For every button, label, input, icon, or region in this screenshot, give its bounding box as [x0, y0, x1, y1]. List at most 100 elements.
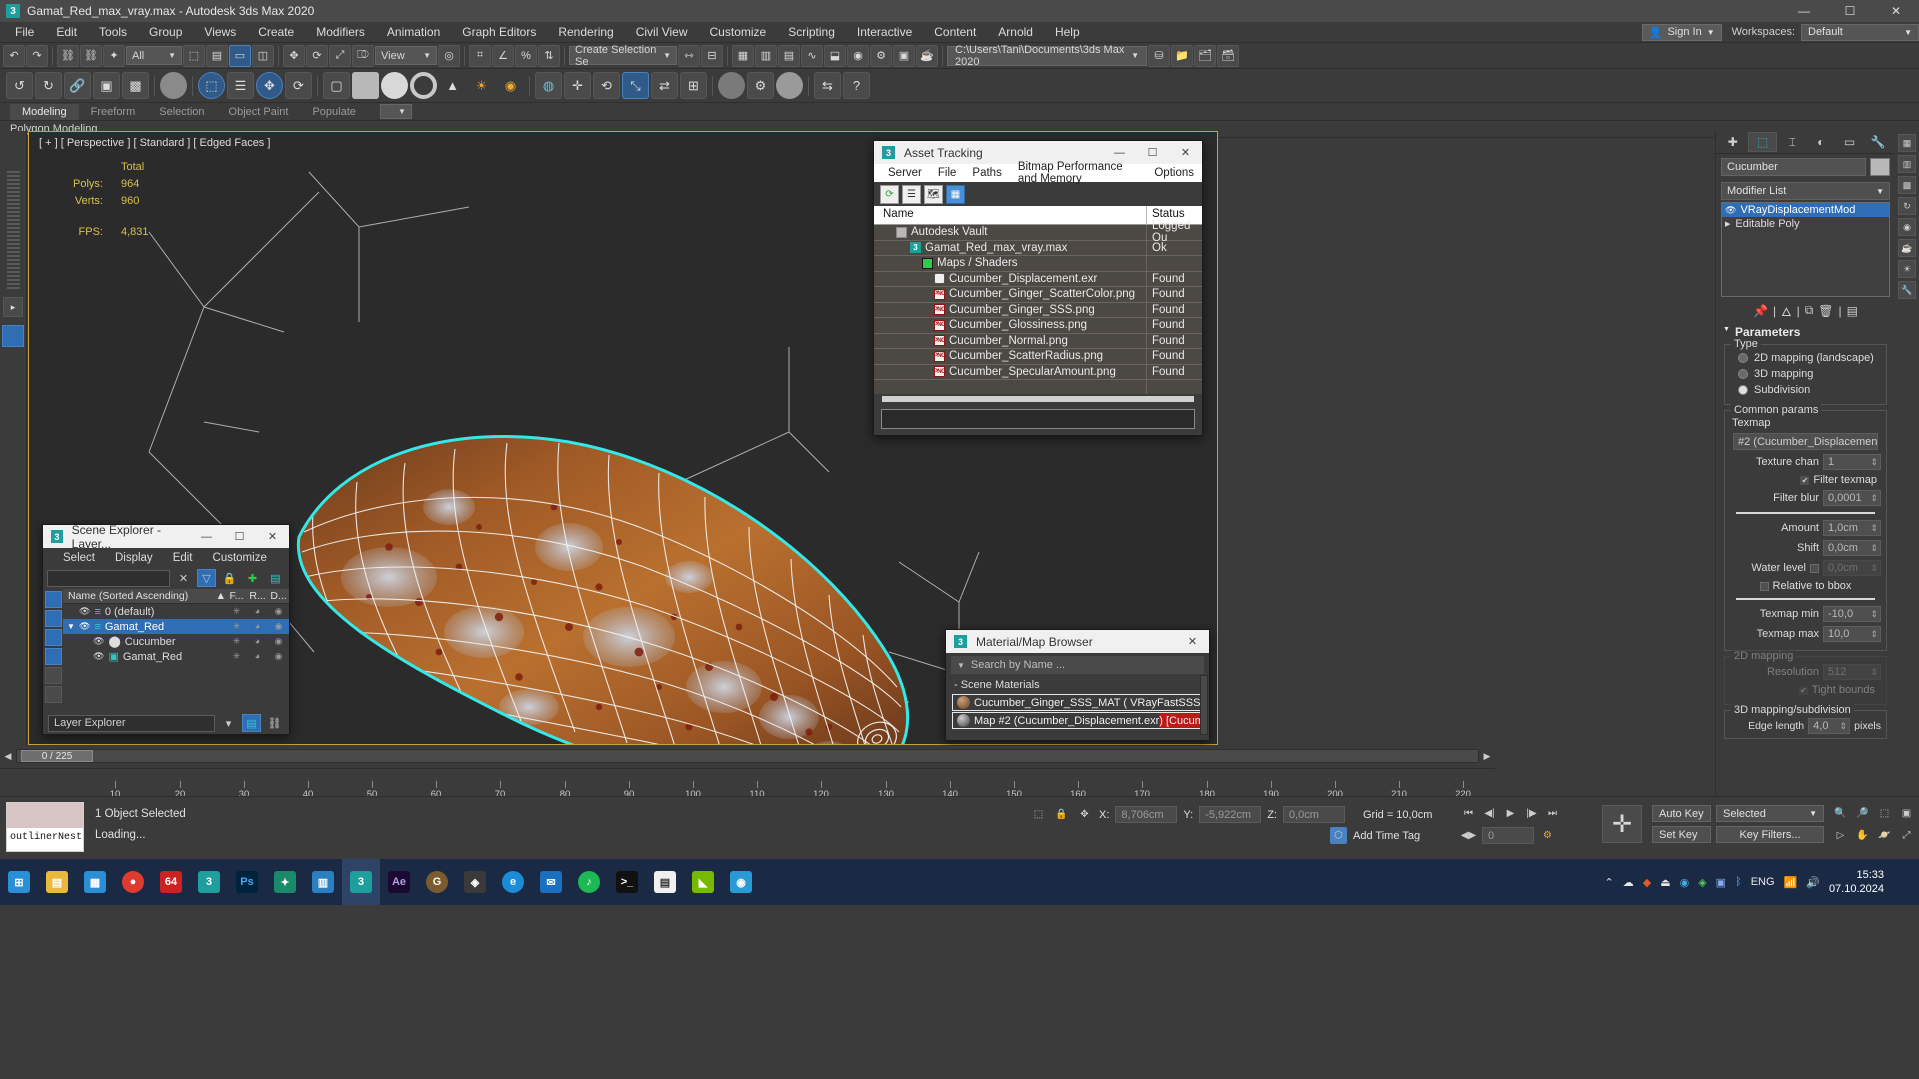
frozen-cell[interactable]: ✳ [226, 606, 247, 617]
se-menu-select[interactable]: Select [53, 551, 105, 565]
current-frame-field[interactable]: 0 [1482, 827, 1534, 844]
omni-light-icon[interactable]: ◉ [497, 72, 524, 99]
radio-3d-mapping[interactable]: 3D mapping [1730, 366, 1881, 382]
chevron-down-icon[interactable]: ▼ [951, 661, 971, 670]
minimize-button[interactable]: — [1781, 0, 1827, 22]
scale-transform-icon[interactable]: ⤡ [622, 72, 649, 99]
checkbox-icon[interactable]: ✔ [1800, 475, 1810, 485]
tray-chevron-icon[interactable]: ⌃ [1605, 876, 1614, 889]
render-setup-button[interactable]: ⚙ [870, 44, 892, 67]
previous-frame-icon[interactable]: ◀| [1481, 805, 1498, 822]
rectangular-selection-region-button[interactable]: ▭ [229, 44, 251, 67]
asset-tracking-window[interactable]: 3 Asset Tracking — ☐ ✕ Server File Paths… [873, 140, 1203, 436]
explorer-mode-value[interactable]: Layer Explorer [48, 714, 215, 732]
named-selection-set-dropdown[interactable]: Create Selection Se ▼ [569, 44, 677, 68]
add-icon[interactable]: ✚ [243, 569, 262, 587]
select-and-rotate-button[interactable]: ⟳ [306, 44, 328, 67]
file-explorer-icon[interactable]: ▤ [38, 859, 76, 905]
time-slider-handle[interactable]: 0 / 225 [21, 750, 93, 762]
scene-explorer-button[interactable]: ▥ [755, 44, 777, 67]
chrome-icon[interactable]: ● [114, 859, 152, 905]
asset-tracking-button[interactable]: ⛁ [1148, 44, 1170, 67]
timeline-next-icon[interactable]: ▶ [1479, 748, 1495, 764]
stack-item-vraydisplacementmod[interactable]: 👁 VRayDisplacementMod [1722, 203, 1889, 217]
percent-snap-button[interactable]: % [515, 44, 537, 67]
box-primitive-icon[interactable]: ▢ [323, 72, 350, 99]
layer-rail-icon[interactable]: ▥ [1898, 155, 1916, 173]
filter-blur-spinner[interactable]: 0,0001 [1823, 490, 1881, 506]
checkbox-icon[interactable]: ✔ [1798, 685, 1808, 695]
ribbon-tab-selection[interactable]: Selection [147, 104, 216, 120]
render-setup-icon[interactable]: ⚙ [747, 72, 774, 99]
modifier-stack[interactable]: 👁 VRayDisplacementMod ▶ Editable Poly [1721, 202, 1890, 297]
asset-tracking-list[interactable]: Autodesk Vault Logged Ou 3 Gamat_Red_max… [874, 220, 1202, 394]
workspace-dropdown[interactable]: Default ▼ [1801, 23, 1919, 41]
mirror-transform-icon[interactable]: ⇄ [651, 72, 678, 99]
shape-sphere-icon[interactable] [160, 72, 187, 99]
menu-arnold[interactable]: Arnold [987, 22, 1044, 42]
tray-bluetooth-icon[interactable]: ᛒ [1735, 876, 1742, 888]
object-color-swatch[interactable] [1870, 158, 1890, 176]
se-minimize-button[interactable]: — [190, 525, 223, 548]
make-unique-icon[interactable]: ⧉ [1805, 303, 1814, 318]
field-of-view-icon[interactable]: ▷ [1832, 827, 1849, 844]
help-icon[interactable]: ? [843, 72, 870, 99]
edge-icon[interactable]: e [494, 859, 532, 905]
light-icon[interactable]: ☀ [468, 72, 495, 99]
spinner-snap-button[interactable]: ⇅ [538, 44, 560, 67]
filter-icon[interactable]: ▽ [197, 569, 216, 587]
unlink-button[interactable]: ⛓ [80, 44, 102, 67]
z-coordinate-field[interactable]: 0,0cm [1282, 806, 1345, 823]
close-button[interactable]: ✕ [1873, 0, 1919, 22]
project-path-dropdown[interactable]: C:\Users\Tani\Documents\3ds Max 2020 ▼ [947, 44, 1147, 68]
layers-icon[interactable]: ▤ [266, 569, 285, 587]
render-production-icon[interactable] [776, 72, 803, 99]
layer-explorer-button[interactable]: ▦ [732, 44, 754, 67]
texture-chan-spinner[interactable]: 1 [1823, 454, 1881, 470]
table-row[interactable]: PNG Cucumber_Normal.png Found [874, 333, 1202, 349]
table-row[interactable]: Maps / Shaders [874, 256, 1202, 272]
set-project-button[interactable]: 🗃 [1217, 44, 1239, 67]
material-editor-button[interactable]: ◉ [847, 44, 869, 67]
list-item[interactable]: 👁 ⬤ Cucumber ✳ ◕ ◉ [63, 634, 289, 649]
configure-sets-icon[interactable]: ▤ [1847, 304, 1858, 318]
taskbar-clock[interactable]: 15:33 07.10.2024 [1829, 868, 1896, 896]
render-cell[interactable]: ◕ [247, 651, 268, 662]
render-preview-icon[interactable] [718, 72, 745, 99]
containers-rail-icon[interactable]: ▩ [1898, 176, 1916, 194]
gimp-icon[interactable]: G [418, 859, 456, 905]
tray-usb-icon[interactable]: ⏏ [1660, 876, 1670, 889]
menu-modifiers[interactable]: Modifiers [305, 22, 376, 42]
resolution-spinner[interactable]: 512 [1823, 664, 1881, 680]
ribbon-tab-object-paint[interactable]: Object Paint [217, 104, 301, 120]
cameras-icon[interactable] [44, 648, 62, 665]
asset-tracking-status-field[interactable] [881, 409, 1195, 429]
mail-icon[interactable]: ✉ [532, 859, 570, 905]
menu-group[interactable]: Group [138, 22, 193, 42]
scene-materials-section-header[interactable]: - Scene Materials [946, 677, 1209, 693]
pan-icon[interactable]: ✋ [1854, 827, 1871, 844]
menu-customize[interactable]: Customize [699, 22, 778, 42]
select-link-button[interactable]: ⛓ [57, 44, 79, 67]
eye-icon[interactable]: 👁 [1725, 205, 1736, 216]
lock-icon[interactable]: 🔒 [1053, 806, 1070, 823]
pivot-point-button[interactable]: ◎ [438, 44, 460, 67]
select-name-icon[interactable]: ☰ [227, 72, 254, 99]
table-row[interactable]: PNG Cucumber_ScatterRadius.png Found [874, 349, 1202, 365]
link-icon[interactable]: 🔗 [64, 72, 91, 99]
light-rail-icon[interactable]: ☀ [1898, 260, 1916, 278]
ribbon-tab-freeform[interactable]: Freeform [79, 104, 148, 120]
go-to-start-icon[interactable]: ⏮ [1460, 805, 1477, 822]
modifier-list-dropdown[interactable]: Modifier List ▼ [1721, 182, 1890, 200]
table-row[interactable]: Cucumber_Displacement.exr Found [874, 271, 1202, 287]
at-menu-server[interactable]: Server [880, 166, 930, 180]
go-to-end-icon[interactable]: ⏭ [1544, 805, 1561, 822]
render-cell[interactable]: ◕ [247, 621, 268, 632]
radio-2d-mapping[interactable]: 2D mapping (landscape) [1730, 350, 1881, 366]
eye-icon[interactable]: 👁 [93, 636, 104, 647]
select-all-icon[interactable] [44, 591, 62, 608]
scene-explorer-title-bar[interactable]: 3 Scene Explorer - Layer... — ☐ ✕ [43, 523, 289, 551]
rotate-icon[interactable]: ⟳ [285, 72, 312, 99]
tight-bounds-row[interactable]: ✔ Tight bounds [1730, 682, 1881, 698]
align-button[interactable]: ⊟ [701, 44, 723, 67]
